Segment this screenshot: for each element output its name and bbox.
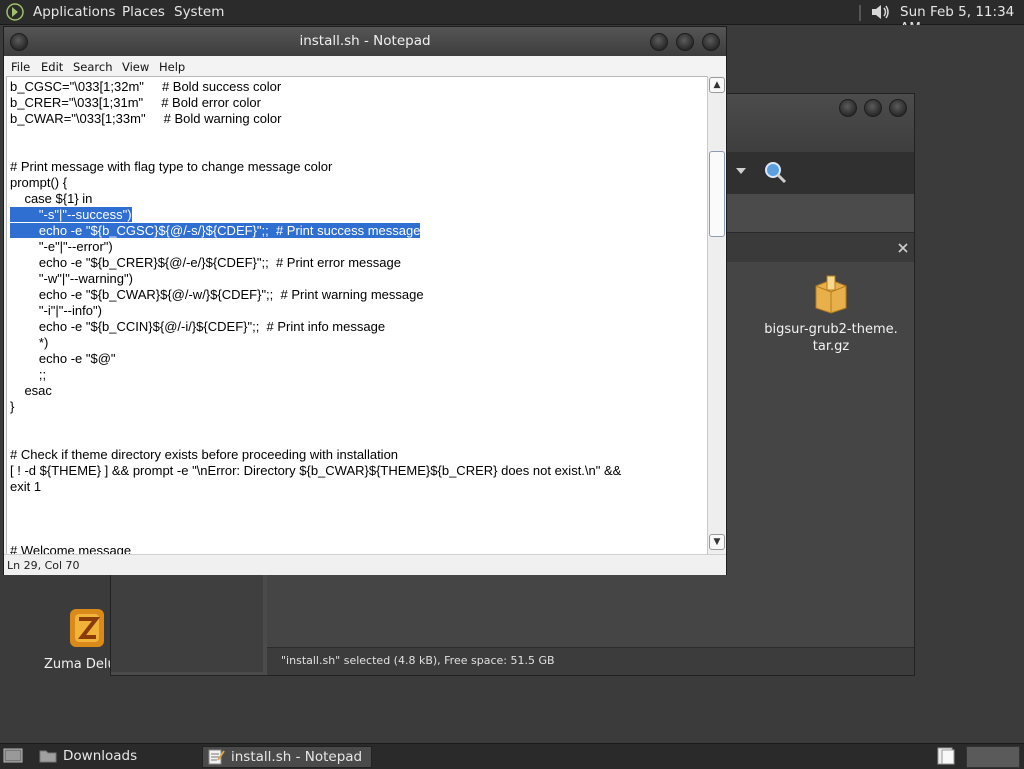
file-manager-status-text: "install.sh" selected (4.8 kB), Free spa…: [281, 654, 555, 667]
maximize-button[interactable]: [676, 33, 694, 51]
window-title: install.sh - Notepad: [299, 33, 431, 49]
menu-applications[interactable]: Applications: [33, 4, 115, 20]
code-line: [ ! -d ${THEME} ] && prompt -e "\nError:…: [10, 463, 622, 478]
code-line: # Print message with flag type to change…: [10, 159, 333, 174]
code-line: echo -e "${b_CWAR}${@/-w/}${CDEF}";; # P…: [10, 287, 424, 302]
code-line: "-s"|"--success"): [10, 207, 707, 223]
code-line: # Check if theme directory exists before…: [10, 447, 399, 462]
taskbar-label: install.sh - Notepad: [231, 749, 363, 765]
text-editor-area[interactable]: b_CGSC="\033[1;32m" # Bold success color…: [6, 76, 708, 555]
code-text: b_CGSC="\033[1;32m" # Bold success color…: [7, 77, 707, 554]
code-line: prompt() {: [10, 175, 68, 190]
bottom-panel: Downloads install.sh - Notepad: [0, 743, 1024, 769]
code-line: *): [10, 335, 49, 350]
notepad-window: install.sh - Notepad File Edit Search Vi…: [3, 26, 727, 575]
show-desktop-icon[interactable]: [3, 747, 23, 765]
taskbar-item-notepad[interactable]: install.sh - Notepad: [202, 746, 372, 768]
chevron-down-icon[interactable]: [735, 166, 747, 176]
workspace-switcher-icon[interactable]: [936, 746, 956, 766]
desktop-icon-label[interactable]: Zuma Delu: [44, 657, 114, 672]
code-line: "-i"|"--info"): [10, 303, 102, 318]
close-button[interactable]: [702, 33, 720, 51]
archive-icon[interactable]: [812, 274, 850, 314]
scroll-up-button[interactable]: ▲: [709, 77, 725, 93]
menu-places[interactable]: Places: [122, 4, 165, 20]
gnome-foot-icon[interactable]: [6, 3, 24, 21]
search-icon[interactable]: [763, 160, 787, 184]
code-line: echo -e "${b_CGSC}${@/-s/}${CDEF}";; # P…: [10, 223, 707, 239]
menu-view[interactable]: View: [122, 60, 149, 74]
notepad-icon: [208, 749, 225, 765]
speaker-icon[interactable]: [870, 3, 892, 21]
vertical-scrollbar[interactable]: ▲ ▼: [707, 76, 725, 553]
top-panel: Applications Places System Sun Feb 5, 11…: [0, 0, 1024, 36]
code-line: b_CWAR="\033[1;33m" # Bold warning color: [10, 111, 282, 126]
code-line: case ${1} in: [10, 191, 93, 206]
scrollbar-thumb[interactable]: [709, 151, 725, 237]
minimize-button[interactable]: [839, 99, 857, 117]
menu-help[interactable]: Help: [159, 60, 185, 74]
scroll-down-button[interactable]: ▼: [709, 534, 725, 550]
maximize-button[interactable]: [864, 99, 882, 117]
code-line: }: [10, 399, 15, 414]
status-bar: Ln 29, Col 70: [4, 554, 726, 575]
code-line: ;;: [10, 367, 47, 382]
workspace-area[interactable]: [966, 746, 1020, 768]
taskbar-item-downloads[interactable]: Downloads: [36, 746, 200, 766]
file-name-label[interactable]: bigsur-grub2-theme. tar.gz: [759, 321, 903, 355]
minimize-button[interactable]: [650, 33, 668, 51]
folder-icon: [39, 750, 57, 763]
code-line: echo -e "$@": [10, 351, 116, 366]
panel-separator: [859, 5, 861, 21]
file-name-line2: tar.gz: [812, 339, 850, 354]
notepad-titlebar[interactable]: install.sh - Notepad: [4, 27, 726, 56]
code-line: exit 1: [10, 479, 42, 494]
code-line: b_CGSC="\033[1;32m" # Bold success color: [10, 79, 282, 94]
close-button[interactable]: [889, 99, 907, 117]
code-line: "-e"|"--error"): [10, 239, 113, 254]
menu-bar: File Edit Search View Help: [4, 56, 726, 76]
close-tab-icon[interactable]: [897, 242, 909, 254]
code-line: "-w"|"--warning"): [10, 271, 133, 286]
zuma-deluxe-icon[interactable]: [66, 605, 110, 651]
file-name-line1: bigsur-grub2-theme.: [764, 322, 898, 337]
code-line: echo -e "${b_CCIN}${@/-i/}${CDEF}";; # P…: [10, 319, 386, 334]
taskbar-label: Downloads: [63, 748, 138, 764]
cursor-position: Ln 29, Col 70: [7, 559, 80, 572]
menu-file[interactable]: File: [11, 60, 30, 74]
code-line: echo -e "${b_CRER}${@/-e/}${CDEF}";; # P…: [10, 255, 401, 270]
menu-search[interactable]: Search: [73, 60, 113, 74]
menu-edit[interactable]: Edit: [41, 60, 63, 74]
file-manager-statusbar: "install.sh" selected (4.8 kB), Free spa…: [267, 647, 914, 675]
code-line: b_CRER="\033[1;31m" # Bold error color: [10, 95, 261, 110]
code-line: esac: [10, 383, 52, 398]
menu-system[interactable]: System: [174, 4, 224, 20]
